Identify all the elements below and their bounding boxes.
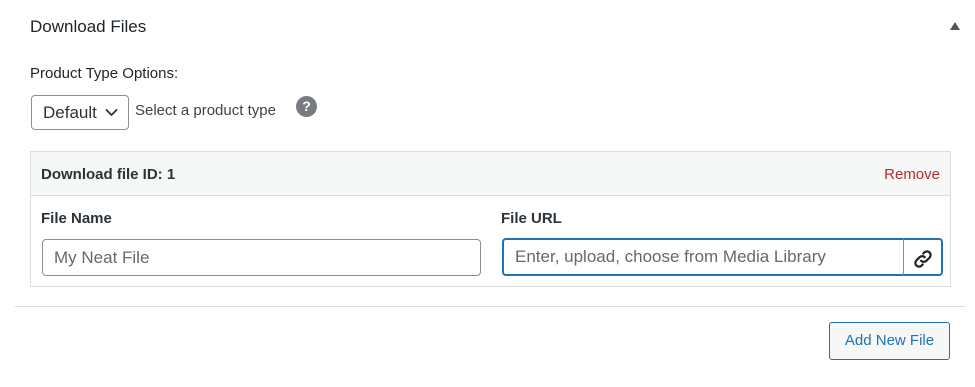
remove-link[interactable]: Remove bbox=[884, 165, 940, 185]
chevron-down-icon bbox=[105, 109, 118, 116]
file-name-input[interactable] bbox=[42, 239, 481, 276]
link-icon bbox=[914, 250, 932, 268]
download-file-id: Download file ID: 1 bbox=[41, 166, 176, 183]
divider bbox=[15, 306, 965, 307]
file-name-label: File Name bbox=[41, 210, 112, 227]
product-type-select[interactable]: Default bbox=[31, 95, 129, 130]
panel-title: Download Files bbox=[30, 17, 147, 36]
choose-file-button[interactable] bbox=[903, 238, 943, 276]
help-icon[interactable]: ? bbox=[296, 96, 317, 117]
product-type-hint: Select a product type bbox=[135, 102, 276, 119]
product-type-label: Product Type Options: bbox=[30, 65, 179, 82]
download-file-header: Download file ID: 1 Remove bbox=[31, 152, 950, 196]
download-file-box: Download file ID: 1 Remove File Name Fil… bbox=[30, 151, 951, 287]
triangle-up-icon[interactable] bbox=[950, 22, 960, 30]
file-url-label: File URL bbox=[501, 210, 562, 227]
product-type-selected-value: Default bbox=[43, 103, 97, 122]
panel-header: Download Files bbox=[30, 15, 965, 39]
file-url-input[interactable] bbox=[502, 238, 903, 276]
add-new-file-button[interactable]: Add New File bbox=[829, 322, 950, 360]
